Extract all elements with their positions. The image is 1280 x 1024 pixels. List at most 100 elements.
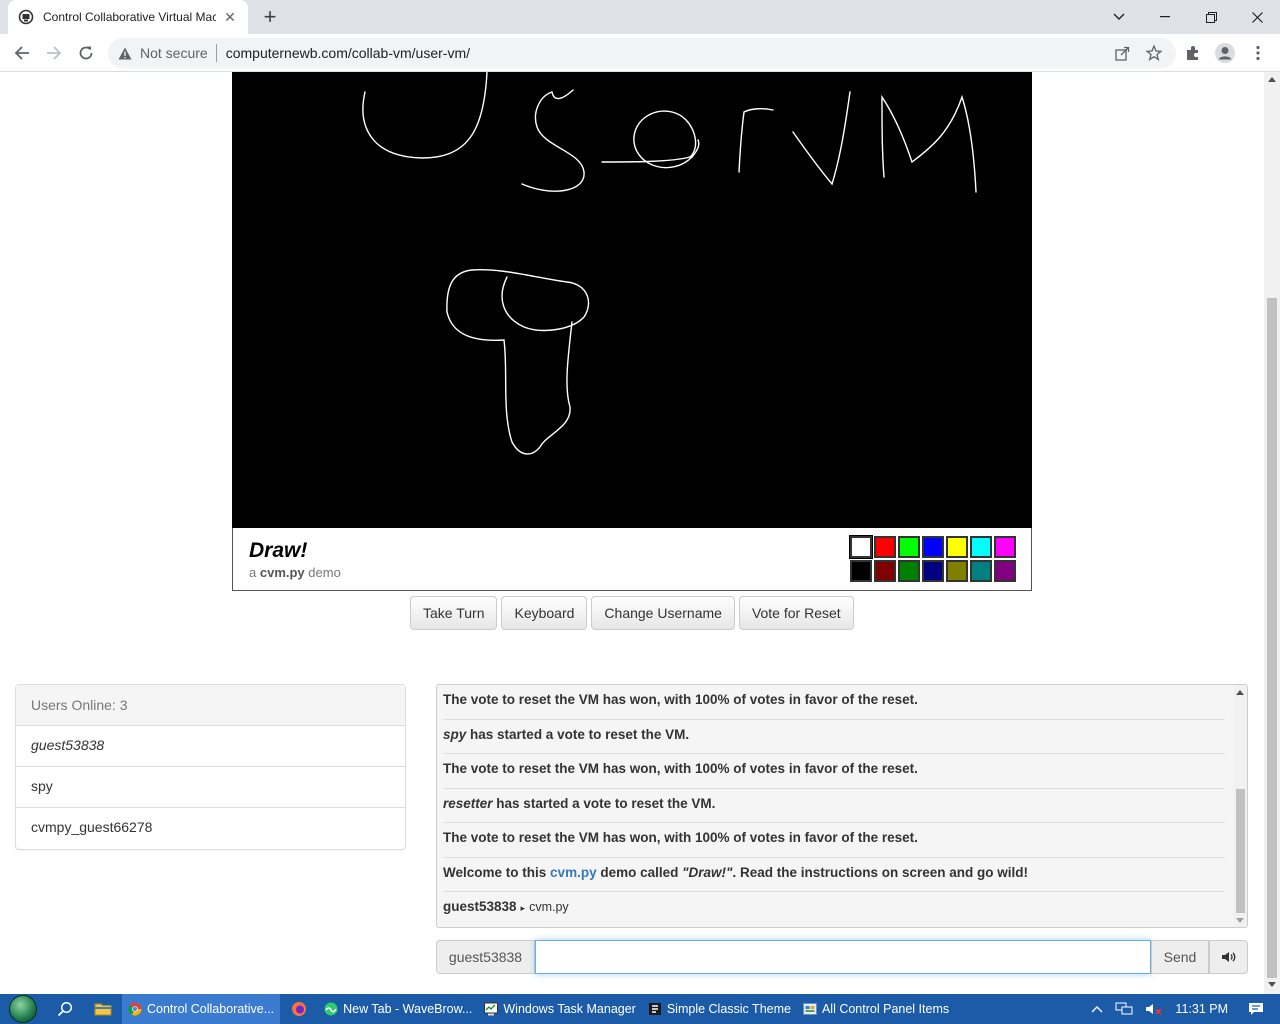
chat-message-user[interactable]: guest53838 bbox=[443, 899, 517, 914]
sound-toggle-button[interactable] bbox=[1209, 940, 1248, 974]
user-list-item[interactable]: cvmpy_guest66278 bbox=[16, 808, 405, 849]
page-scrollbar[interactable] bbox=[1264, 72, 1280, 994]
warning-icon bbox=[118, 47, 132, 59]
welcome-demo-name: "Draw!" bbox=[682, 864, 733, 880]
chrome-menu-icon[interactable] bbox=[1247, 42, 1269, 64]
page-scroll-down-icon[interactable] bbox=[1268, 982, 1276, 987]
chat-message-text: The vote to reset the VM has won, with 1… bbox=[443, 692, 918, 707]
user-list-item[interactable]: guest53838 bbox=[16, 726, 405, 767]
page-scroll-up-icon[interactable] bbox=[1268, 77, 1276, 82]
bookmark-star-icon[interactable] bbox=[1143, 42, 1165, 64]
close-window-icon[interactable] bbox=[1234, 0, 1280, 34]
color-swatch[interactable] bbox=[850, 560, 872, 582]
color-swatch[interactable] bbox=[970, 560, 992, 582]
welcome-post: . Read the instructions on screen and go… bbox=[732, 864, 1028, 880]
chat-scrollbar[interactable] bbox=[1233, 685, 1247, 927]
speaker-icon bbox=[1221, 952, 1235, 962]
color-swatch[interactable] bbox=[970, 536, 992, 558]
restore-icon[interactable] bbox=[1188, 0, 1234, 34]
minimize-icon[interactable] bbox=[1142, 0, 1188, 34]
share-icon[interactable] bbox=[1111, 42, 1133, 64]
chat-message: The vote to reset the VM has won, with 1… bbox=[443, 754, 1225, 789]
color-swatch[interactable] bbox=[898, 560, 920, 582]
vm-title: Draw! bbox=[249, 539, 308, 562]
chat-messages: The vote to reset the VM has won, with 1… bbox=[443, 685, 1225, 927]
color-swatch[interactable] bbox=[922, 560, 944, 582]
chrome-icon bbox=[128, 1002, 142, 1016]
chat-scroll-down-icon[interactable] bbox=[1236, 918, 1244, 923]
file-explorer-icon[interactable] bbox=[84, 994, 122, 1024]
username-label: guest53838 bbox=[436, 940, 535, 974]
start-button[interactable] bbox=[0, 994, 46, 1024]
network-icon[interactable] bbox=[1115, 1002, 1133, 1016]
firefox-icon[interactable] bbox=[280, 994, 318, 1024]
collabvm-favicon-icon bbox=[18, 9, 34, 25]
taskbar-task-taskmgr[interactable]: Windows Task Manager bbox=[478, 994, 641, 1024]
forward-icon[interactable] bbox=[42, 41, 66, 65]
chat-message-text: cvm.py bbox=[529, 900, 569, 914]
chat-scroll-up-icon[interactable] bbox=[1236, 690, 1244, 695]
color-swatch[interactable] bbox=[898, 536, 920, 558]
chat-message-user: spy bbox=[443, 726, 467, 742]
new-tab-icon[interactable]: + bbox=[260, 6, 280, 28]
browser-tab[interactable]: Control Collaborative Virtual Machine ✕ bbox=[8, 0, 248, 34]
control-panel-icon bbox=[802, 1003, 817, 1015]
omnibox-separator bbox=[215, 44, 217, 62]
take-turn-button[interactable]: Take Turn bbox=[410, 596, 498, 630]
vm-subtitle-prefix: a bbox=[249, 565, 257, 580]
notifications-icon[interactable] bbox=[1248, 1002, 1264, 1016]
users-online-panel: Users Online: 3 guest53838 spy cvmpy_gue… bbox=[15, 684, 406, 850]
color-swatch[interactable] bbox=[946, 560, 968, 582]
send-button[interactable]: Send bbox=[1151, 940, 1209, 974]
taskbar-task-label: Windows Task Manager bbox=[503, 1002, 636, 1016]
vm-drawing bbox=[362, 72, 977, 455]
page-scroll-thumb[interactable] bbox=[1267, 298, 1277, 978]
tab-search-icon[interactable] bbox=[1096, 0, 1142, 34]
taskbar-task-control-panel[interactable]: All Control Panel Items bbox=[797, 994, 955, 1024]
url-text[interactable]: computernewb.com/collab-vm/user-vm/ bbox=[226, 45, 470, 61]
tab-close-icon[interactable]: ✕ bbox=[222, 9, 238, 25]
taskbar-task-simple-classic[interactable]: Simple Classic Theme bbox=[642, 994, 797, 1024]
address-bar[interactable]: Not secure computernewb.com/collab-vm/us… bbox=[108, 38, 1176, 68]
chat-message: resetter has started a vote to reset the… bbox=[443, 789, 1225, 823]
back-icon[interactable] bbox=[10, 41, 34, 65]
color-swatch[interactable] bbox=[994, 560, 1016, 582]
keyboard-button[interactable]: Keyboard bbox=[501, 596, 588, 630]
volume-muted-icon[interactable] bbox=[1145, 1002, 1163, 1016]
color-swatch[interactable] bbox=[946, 536, 968, 558]
user-list-item[interactable]: spy bbox=[16, 767, 405, 808]
chat-scroll-thumb[interactable] bbox=[1236, 789, 1245, 913]
chat-input[interactable] bbox=[535, 940, 1151, 974]
not-secure-label: Not secure bbox=[140, 45, 208, 61]
system-tray: 11:31 PM bbox=[1085, 994, 1280, 1024]
simple-classic-theme-icon bbox=[648, 1003, 661, 1015]
chat-message-user: resetter bbox=[443, 795, 493, 811]
chat-message: The vote to reset the VM has won, with 1… bbox=[443, 685, 1225, 720]
extensions-icon[interactable] bbox=[1182, 42, 1204, 64]
color-swatch[interactable] bbox=[922, 536, 944, 558]
change-username-button[interactable]: Change Username bbox=[591, 596, 735, 630]
task-manager-icon bbox=[484, 1002, 499, 1016]
chat-message: spy has started a vote to reset the VM. bbox=[443, 720, 1225, 754]
vm-subtitle-brand: cvm.py bbox=[259, 565, 305, 580]
vm-controls: Take Turn Keyboard Change Username Vote … bbox=[410, 596, 854, 630]
color-palette bbox=[849, 535, 1018, 582]
chat-log[interactable]: The vote to reset the VM has won, with 1… bbox=[436, 684, 1248, 928]
taskbar-task-chrome[interactable]: Control Collaborative... bbox=[122, 994, 281, 1024]
vm-display[interactable] bbox=[232, 72, 1032, 528]
vote-reset-button[interactable]: Vote for Reset bbox=[738, 596, 854, 630]
cvm-py-link[interactable]: cvm.py bbox=[550, 865, 597, 880]
vm-info-bar: Draw! a cvm.py demo bbox=[232, 528, 1032, 591]
tray-overflow-icon[interactable] bbox=[1091, 1005, 1103, 1013]
search-icon[interactable] bbox=[46, 994, 84, 1024]
taskbar-task-wavebrowser[interactable]: New Tab - WaveBrow... bbox=[318, 994, 478, 1024]
reload-icon[interactable] bbox=[74, 41, 98, 65]
color-swatch[interactable] bbox=[874, 560, 896, 582]
clock[interactable]: 11:31 PM bbox=[1175, 1002, 1228, 1016]
color-swatch[interactable] bbox=[874, 536, 896, 558]
page-content: Draw! a cvm.py demo Take Turn Keyboard C… bbox=[0, 72, 1264, 994]
site-info[interactable]: Not secure bbox=[118, 45, 208, 61]
color-swatch[interactable] bbox=[994, 536, 1016, 558]
profile-avatar-icon[interactable] bbox=[1214, 42, 1236, 64]
color-swatch[interactable] bbox=[849, 535, 873, 559]
